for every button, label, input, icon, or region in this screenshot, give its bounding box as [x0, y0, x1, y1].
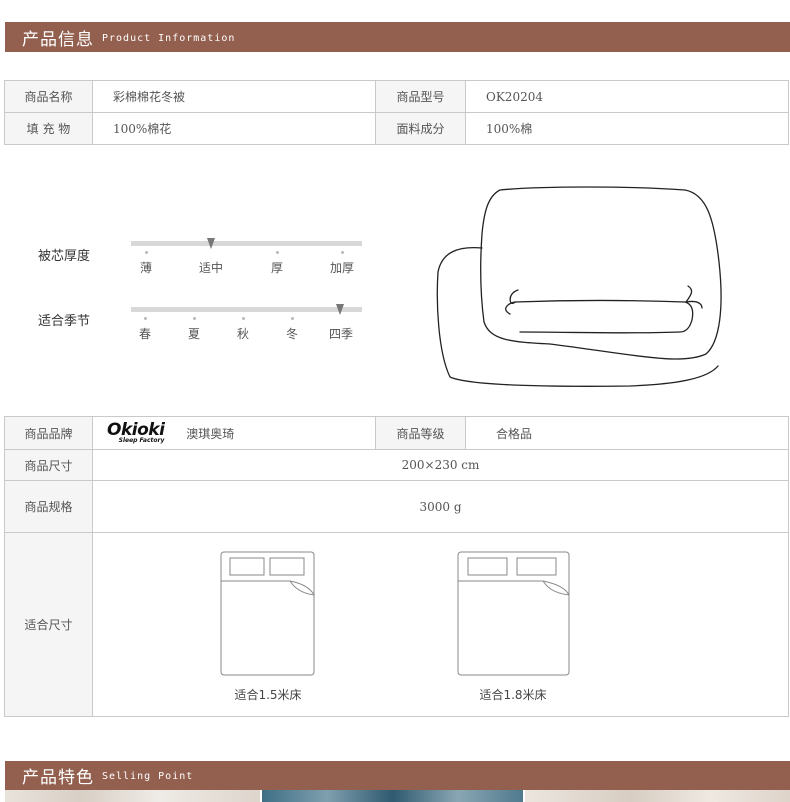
season-tick: [144, 317, 147, 320]
product-name-value: 彩棉棉花冬被: [92, 80, 376, 113]
fit-size-label: 适合尺寸: [4, 532, 93, 717]
quilt-illustration-icon: [436, 186, 722, 387]
grade-value: 合格品: [465, 416, 789, 450]
table-row: 商品名称 彩棉棉花冬被 商品型号 OK20204: [4, 80, 789, 113]
brand-name: 澳琪奥琦: [186, 426, 235, 441]
season-tick: [291, 317, 294, 320]
thickness-label: 被芯厚度: [38, 249, 91, 264]
product-photo-left: [5, 790, 260, 802]
thickness-tick: [341, 251, 344, 254]
bed-1-8m-icon: [457, 551, 570, 676]
season-tick: [193, 317, 196, 320]
section-title-cn: 产品特色: [22, 768, 94, 788]
section-banner-selling-point: 产品特色 Selling Point: [5, 761, 790, 790]
product-photo-center: [262, 790, 523, 802]
section-banner-product-info: 产品信息 Product Information: [5, 22, 790, 52]
size-label: 商品尺寸: [4, 449, 93, 481]
season-option: 夏: [187, 327, 201, 341]
season-label: 适合季节: [38, 314, 91, 329]
thickness-option: 加厚: [329, 261, 355, 275]
table-row: 商品品牌 Okioki Sleep Factory 澳琪奥琦 商品等级 合格品: [4, 416, 789, 450]
season-option: 春: [138, 327, 152, 341]
table-row: 填 充 物 100%棉花 面料成分 100%棉: [4, 112, 789, 145]
table-row: 商品规格 3000 g: [4, 480, 789, 533]
brand-label: 商品品牌: [4, 416, 93, 450]
spec-label: 商品规格: [4, 480, 93, 533]
thickness-option: 厚: [270, 261, 284, 275]
product-spec-table: 商品品牌 Okioki Sleep Factory 澳琪奥琦 商品等级 合格品 …: [4, 416, 789, 717]
thickness-option-selected: 适中: [198, 261, 224, 275]
thickness-track: [131, 241, 362, 246]
thickness-tick: [276, 251, 279, 254]
product-model-value: OK20204: [465, 80, 789, 113]
fit-size-cell: [92, 532, 789, 717]
thickness-option: 薄: [139, 261, 153, 275]
size-value: 200×230 cm: [92, 449, 789, 481]
filling-label: 填 充 物: [4, 112, 93, 145]
okioki-logo: Okioki Sleep Factory: [107, 422, 165, 444]
season-marker-icon: [336, 304, 344, 315]
product-photo-right: [525, 790, 790, 802]
section-title-cn: 产品信息: [22, 29, 94, 50]
brand-value: Okioki Sleep Factory 澳琪奥琦: [92, 416, 376, 450]
table-row: 商品尺寸 200×230 cm: [4, 449, 789, 481]
season-option-selected: 四季: [328, 327, 354, 341]
fabric-value: 100%棉: [465, 112, 789, 145]
season-track: [131, 307, 362, 312]
grade-label: 商品等级: [375, 416, 466, 450]
fabric-label: 面料成分: [375, 112, 466, 145]
table-row: 适合尺寸: [4, 532, 789, 717]
bed-caption: 适合1.8米床: [479, 688, 547, 702]
season-tick: [242, 317, 245, 320]
product-name-label: 商品名称: [4, 80, 93, 113]
filling-value: 100%棉花: [92, 112, 376, 145]
section-title-en: Selling Point: [102, 771, 194, 782]
season-option: 秋: [236, 327, 250, 341]
season-option: 冬: [285, 327, 299, 341]
section-title-en: Product Information: [102, 32, 236, 44]
thickness-tick: [145, 251, 148, 254]
bed-1-5m-icon: [220, 551, 315, 676]
product-model-label: 商品型号: [375, 80, 466, 113]
thickness-marker-icon: [207, 238, 215, 249]
spec-value: 3000 g: [92, 480, 789, 533]
product-info-table: 商品名称 彩棉棉花冬被 商品型号 OK20204 填 充 物 100%棉花 面料…: [4, 80, 789, 145]
bed-caption: 适合1.5米床: [234, 688, 302, 702]
